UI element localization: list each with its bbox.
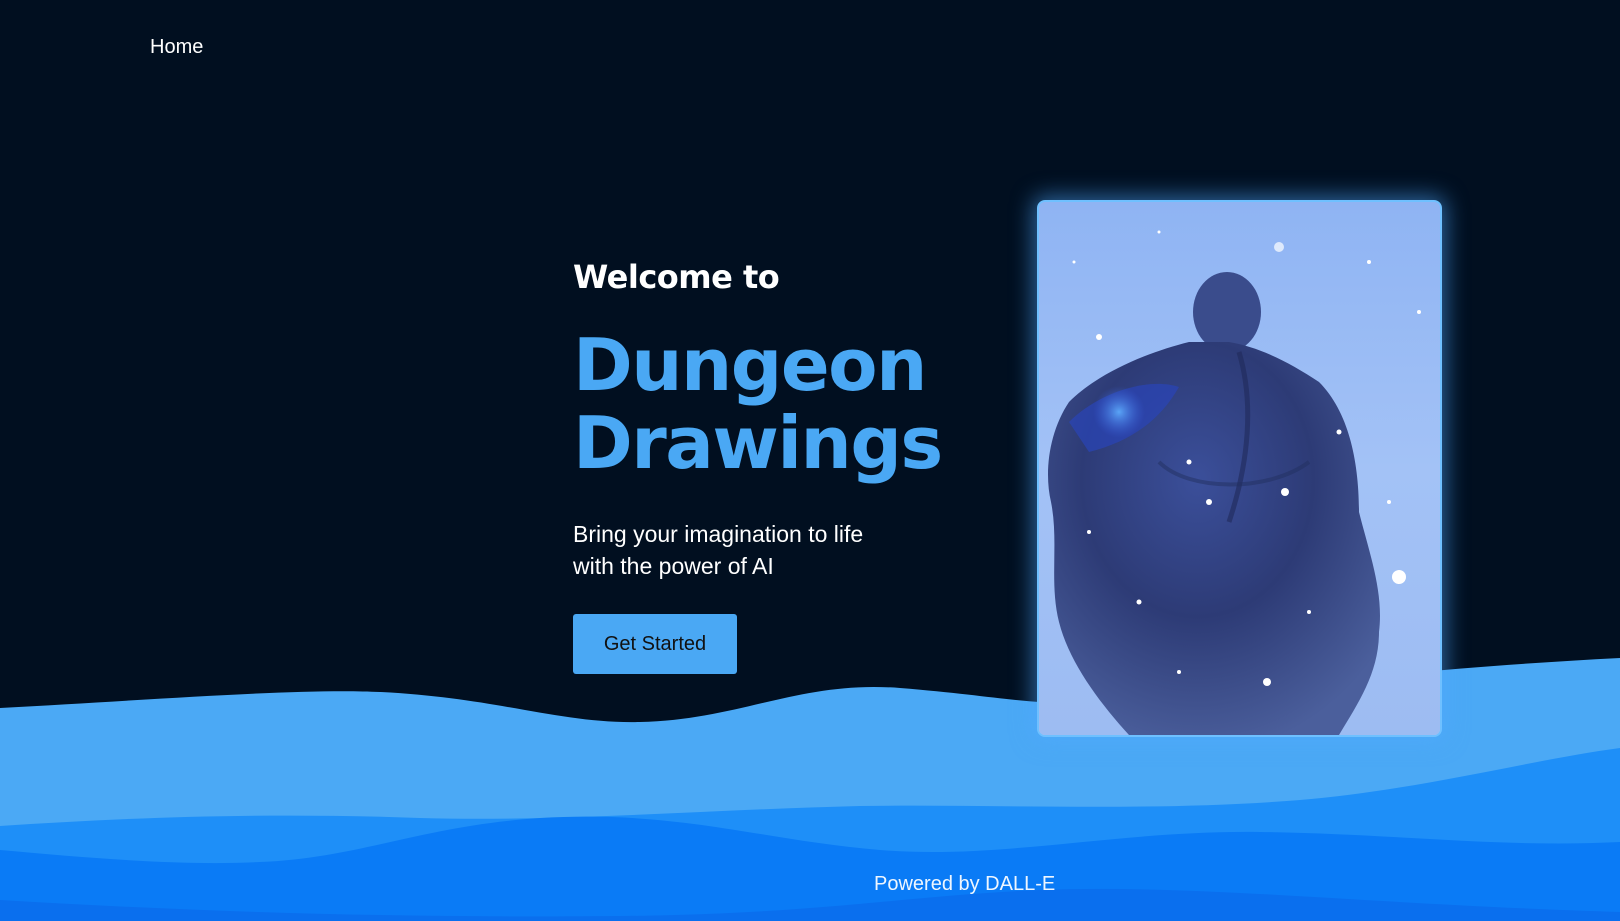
landing-page: Home Welcome to Dungeon Drawings Bring y… (0, 0, 1620, 921)
powered-by-text: Powered by DALL-E (874, 873, 1056, 895)
top-nav: Home (150, 36, 203, 59)
artwork-image (1039, 202, 1440, 735)
welcome-heading: Welcome to (573, 258, 780, 296)
hero-artwork-card (1037, 200, 1442, 737)
hero-text: Welcome to Dungeon Drawings Bring your i… (573, 258, 993, 582)
hero-tagline: Bring your imagination to life with the … (573, 521, 864, 579)
site-title-line1: Dungeon (573, 323, 927, 407)
site-title-line2: Drawings (573, 401, 943, 485)
get-started-button[interactable]: Get Started (573, 614, 737, 674)
nav-home-link[interactable]: Home (150, 36, 203, 59)
site-title: Dungeon Drawings (573, 326, 993, 482)
